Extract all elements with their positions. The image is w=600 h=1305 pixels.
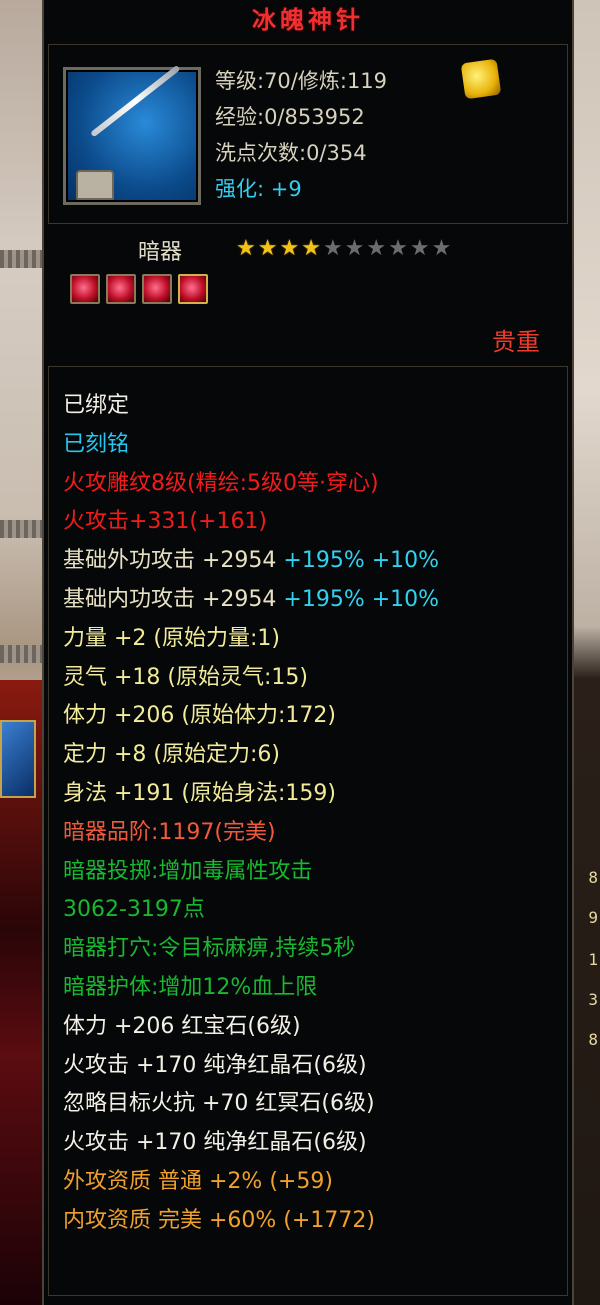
reset-line: 洗点次数:0/354 [215, 141, 367, 165]
gem-line: 火攻击 +170 纯净红晶石(6级) [63, 1130, 367, 1156]
cultivation-badge-icon [460, 58, 502, 100]
bound-status: 已绑定 [63, 393, 130, 418]
throw-damage-line: 3062-3197点 [63, 897, 205, 923]
star-filled-icon: ★ [301, 236, 323, 261]
decor-band [0, 520, 42, 538]
carving-line: 火攻雕纹8级(精绘:5级0等·穿心) [63, 470, 379, 496]
rarity-label: 贵重 [492, 328, 540, 356]
star-empty-icon: ★ [409, 236, 432, 261]
background-scene-right: 8 9 1 3 8 [574, 0, 600, 1305]
side-number: 3 [588, 990, 598, 1009]
ruby-gem-icon [70, 274, 100, 304]
red-crystal-gem-icon [106, 274, 136, 304]
enhance-value: +9 [270, 177, 302, 201]
star-empty-icon: ★ [431, 236, 454, 261]
focus-line: 定力 +8 (原始定力:6) [63, 742, 280, 768]
side-number: 8 [588, 1030, 598, 1049]
gem-line: 体力 +206 红宝石(6级) [63, 1013, 301, 1039]
decor-band [0, 645, 42, 663]
int-quality-line: 内攻资质 完美 +60% (+1772) [63, 1207, 375, 1233]
exp-line: 经验:0/853952 [215, 105, 365, 129]
strength-line: 力量 +2 (原始力量:1) [63, 625, 280, 651]
item-stats: 等级:70/修炼:119 经验:0/853952 洗点次数:0/354 强化: … [215, 63, 387, 207]
int-attack-line: 基础内功攻击 +2954 +195% +10% [63, 586, 440, 612]
star-empty-icon: ★ [366, 236, 389, 261]
item-tooltip: 冰魄神针 等级:70/修炼:119 经验:0/853952 洗点次数:0/354… [42, 0, 574, 1305]
item-header: 等级:70/修炼:119 经验:0/853952 洗点次数:0/354 强化: … [48, 44, 568, 224]
red-crystal-gem-icon [178, 274, 208, 304]
background-scene-left [0, 0, 42, 1305]
enhance-label: 强化: [215, 177, 265, 201]
side-number: 1 [588, 950, 598, 969]
decor-band [0, 250, 42, 268]
spirit-line: 灵气 +18 (原始灵气:15) [63, 664, 308, 690]
star-filled-icon: ★ [236, 236, 258, 261]
red-abyss-gem-icon [142, 274, 172, 304]
needle-grip [76, 170, 114, 200]
ext-quality-line: 外攻资质 普通 +2% (+59) [63, 1168, 333, 1194]
vitality-line: 体力 +206 (原始体力:172) [63, 703, 336, 729]
star-filled-icon: ★ [279, 236, 302, 261]
item-type: 暗器 [138, 240, 183, 265]
fire-attack-line: 火攻击+331(+161) [63, 509, 268, 535]
ext-attack-line: 基础外功攻击 +2954 +195% +10% [63, 548, 440, 574]
level-line: 等级:70/修炼:119 [215, 69, 388, 93]
needle-shape [90, 64, 181, 138]
grade-line: 暗器品阶:1197(完美) [63, 819, 276, 845]
engraved-status: 已刻铭 [63, 431, 130, 457]
throw-line: 暗器投掷:增加毒属性攻击 [63, 858, 313, 884]
skill-slot-icon[interactable] [0, 720, 36, 798]
side-number: 8 [588, 868, 598, 887]
item-details: 已绑定 已刻铭 火攻雕纹8级(精绘:5级0等·穿心) 火攻击+331(+161)… [48, 366, 568, 1296]
gem-slots [70, 274, 214, 308]
protect-line: 暗器护体:增加12%血上限 [63, 974, 318, 1000]
star-empty-icon: ★ [344, 236, 367, 261]
item-name: 冰魄神针 [252, 6, 364, 34]
star-filled-icon: ★ [257, 236, 280, 261]
side-number: 9 [588, 908, 598, 927]
gem-line: 火攻击 +170 纯净红晶石(6级) [63, 1052, 367, 1078]
enhance-line: 强化: +9 [215, 171, 387, 207]
item-type-row: 暗器 ★★★★★★★★★★ 贵重 [48, 226, 568, 356]
agility-line: 身法 +191 (原始身法:159) [63, 780, 336, 806]
star-empty-icon: ★ [322, 236, 345, 261]
acupoint-line: 暗器打穴:令目标麻痹,持续5秒 [63, 936, 356, 962]
star-empty-icon: ★ [388, 236, 410, 261]
gem-line: 忽略目标火抗 +70 红冥石(6级) [63, 1091, 375, 1117]
silver-needle-icon [63, 64, 201, 205]
star-rating: ★★★★★★★★★★ [236, 236, 453, 261]
